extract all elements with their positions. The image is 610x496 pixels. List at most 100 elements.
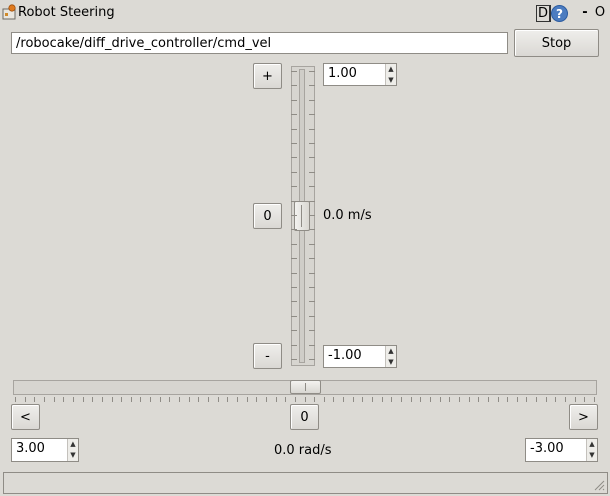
angular-right-spinbox[interactable]: -3.00 ▲ ▼ [525, 438, 598, 462]
slider-tick [15, 397, 16, 402]
slider-tick [309, 71, 315, 72]
slider-tick [247, 397, 248, 402]
help-icon[interactable]: ? [551, 5, 568, 22]
window-title: Robot Steering [18, 5, 115, 20]
slider-tick [73, 397, 74, 402]
angular-left-value: 3.00 [16, 441, 45, 456]
slider-tick [291, 129, 297, 130]
linear-decrease-button[interactable]: - [253, 343, 282, 369]
slider-tick [198, 397, 199, 402]
slider-tick [420, 397, 421, 402]
slider-tick [309, 114, 315, 115]
slider-tick [309, 229, 315, 230]
slider-tick [309, 215, 315, 216]
angular-slider-handle[interactable] [290, 380, 321, 394]
topic-input[interactable] [11, 32, 508, 54]
slider-tick [83, 397, 84, 402]
slider-tick [478, 397, 479, 402]
stop-button[interactable]: Stop [514, 29, 599, 57]
slider-tick [309, 244, 315, 245]
slider-tick [291, 114, 297, 115]
slider-tick [305, 397, 306, 402]
slider-tick [309, 100, 315, 101]
resize-grip-icon[interactable] [593, 479, 605, 491]
slider-tick [440, 397, 441, 402]
slider-tick [295, 397, 296, 402]
linear-slider-handle[interactable] [294, 201, 310, 231]
slider-tick [459, 397, 460, 402]
slider-tick [507, 397, 508, 402]
slider-tick [291, 186, 297, 187]
spin-up-icon[interactable]: ▲ [386, 64, 396, 75]
slider-tick [291, 229, 297, 230]
angular-zero-button[interactable]: 0 [290, 404, 319, 430]
slider-tick [291, 244, 297, 245]
slider-tick [291, 258, 297, 259]
linear-zero-button[interactable]: 0 [253, 203, 282, 229]
slider-tick [112, 397, 113, 402]
slider-tick [266, 397, 267, 402]
slider-tick [594, 397, 595, 402]
slider-tick [469, 397, 470, 402]
slider-tick [169, 397, 170, 402]
status-bar [3, 472, 608, 494]
title-bar: Robot Steering D ? - O [0, 0, 610, 27]
spin-down-icon[interactable]: ▼ [68, 450, 78, 461]
angular-left-button[interactable]: < [11, 404, 40, 430]
slider-tick [391, 397, 392, 402]
slider-tick [309, 301, 315, 302]
spin-down-icon[interactable]: ▼ [386, 357, 396, 368]
angular-velocity-readout: 0.0 rad/s [274, 443, 332, 458]
linear-velocity-readout: 0.0 m/s [323, 208, 372, 223]
spin-down-icon[interactable]: ▼ [386, 75, 396, 86]
slider-tick [291, 359, 297, 360]
app-icon [2, 4, 16, 20]
slider-tick [237, 397, 238, 402]
slider-tick [291, 273, 297, 274]
spin-up-icon[interactable]: ▲ [68, 439, 78, 450]
slider-tick [517, 397, 518, 402]
linear-increase-button[interactable]: + [253, 63, 282, 89]
dock-toggle-button[interactable]: D [536, 5, 551, 22]
slider-tick [382, 397, 383, 402]
linear-max-spinbox[interactable]: 1.00 ▲ ▼ [323, 63, 397, 86]
slider-tick [372, 397, 373, 402]
slider-tick [102, 397, 103, 402]
slider-tick [324, 397, 325, 402]
slider-tick [498, 397, 499, 402]
slider-tick [291, 215, 297, 216]
spin-up-icon[interactable]: ▲ [587, 439, 597, 450]
angular-right-button[interactable]: > [569, 404, 598, 430]
slider-tick [314, 397, 315, 402]
slider-tick [189, 397, 190, 402]
slider-tick [291, 301, 297, 302]
minimize-button[interactable]: - [580, 5, 590, 22]
close-button[interactable]: O [594, 5, 606, 22]
slider-tick [309, 172, 315, 173]
slider-tick [291, 345, 297, 346]
slider-tick [25, 397, 26, 402]
slider-tick [218, 397, 219, 402]
linear-min-spinbox[interactable]: -1.00 ▲ ▼ [323, 345, 397, 368]
slider-tick [309, 345, 315, 346]
slider-tick [160, 397, 161, 402]
slider-tick [401, 397, 402, 402]
slider-tick [291, 143, 297, 144]
slider-tick [536, 397, 537, 402]
slider-tick [150, 397, 151, 402]
spin-down-icon[interactable]: ▼ [587, 450, 597, 461]
slider-tick [276, 397, 277, 402]
slider-tick [291, 157, 297, 158]
slider-tick [291, 85, 297, 86]
slider-tick [309, 186, 315, 187]
slider-tick [285, 397, 286, 402]
spin-up-icon[interactable]: ▲ [386, 346, 396, 357]
slider-tick [430, 397, 431, 402]
slider-tick [256, 397, 257, 402]
slider-tick [92, 397, 93, 402]
angular-left-spinbox[interactable]: 3.00 ▲ ▼ [11, 438, 79, 462]
slider-tick [575, 397, 576, 402]
slider-tick [34, 397, 35, 402]
slider-tick [565, 397, 566, 402]
slider-tick [291, 100, 297, 101]
